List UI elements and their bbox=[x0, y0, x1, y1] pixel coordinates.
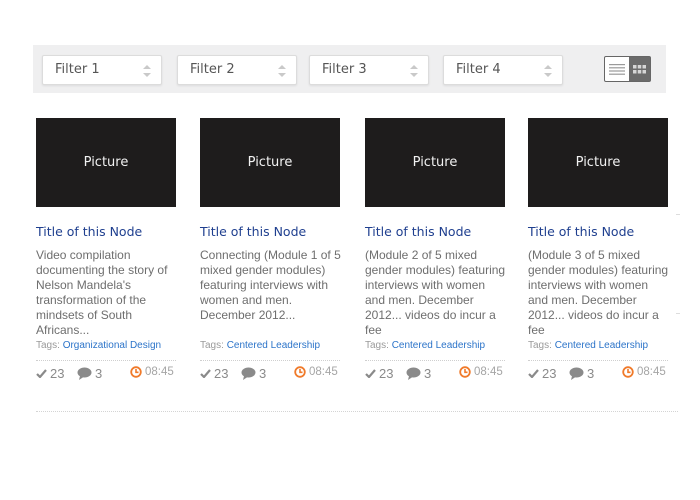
picture-label: Picture bbox=[412, 155, 458, 170]
checkmark-icon bbox=[36, 369, 47, 378]
divider bbox=[36, 360, 176, 361]
picture-label: Picture bbox=[83, 155, 129, 170]
likes-count: 23 bbox=[379, 366, 394, 381]
comments-count: 3 bbox=[587, 366, 595, 381]
comments-count: 3 bbox=[259, 366, 267, 381]
view-toggle bbox=[604, 56, 651, 82]
edge-tick bbox=[676, 214, 680, 215]
duration: 08:45 bbox=[130, 366, 174, 378]
list-bottom-divider bbox=[36, 411, 678, 412]
comments-count: 3 bbox=[424, 366, 432, 381]
card-tags: Tags: Organizational Design bbox=[36, 340, 178, 351]
duration-value: 08:45 bbox=[145, 366, 174, 378]
node-card: Picture Title of this Node (Module 2 of … bbox=[365, 118, 507, 382]
picture-label: Picture bbox=[575, 155, 621, 170]
card-picture[interactable]: Picture bbox=[36, 118, 176, 207]
card-tags: Tags: Centered Leadership bbox=[528, 340, 670, 351]
likes-count: 23 bbox=[214, 366, 229, 381]
likes[interactable]: 23 bbox=[36, 366, 64, 381]
card-picture[interactable]: Picture bbox=[365, 118, 505, 207]
grid-view-icon bbox=[633, 64, 646, 73]
tag-link[interactable]: Organizational Design bbox=[63, 340, 161, 351]
tags-label: Tags: bbox=[528, 340, 552, 351]
card-picture[interactable]: Picture bbox=[200, 118, 340, 207]
comments[interactable]: 3 bbox=[77, 366, 102, 381]
card-description: Video compilation documenting the story … bbox=[36, 248, 168, 337]
card-meta: 23 3 08:45 bbox=[528, 366, 670, 382]
duration: 08:45 bbox=[294, 366, 338, 378]
likes[interactable]: 23 bbox=[200, 366, 228, 381]
filter-4-select[interactable]: Filter 4 bbox=[443, 55, 563, 85]
node-card: Picture Title of this Node (Module 3 of … bbox=[528, 118, 670, 382]
tag-link[interactable]: Centered Leadership bbox=[555, 340, 648, 351]
divider bbox=[528, 360, 668, 361]
duration: 08:45 bbox=[459, 366, 503, 378]
card-meta: 23 3 08:45 bbox=[200, 366, 342, 382]
clock-icon bbox=[459, 366, 471, 378]
card-title-link[interactable]: Title of this Node bbox=[528, 224, 670, 239]
likes-count: 23 bbox=[542, 366, 557, 381]
filter-3-select[interactable]: Filter 3 bbox=[309, 55, 429, 85]
up-down-arrows-icon bbox=[142, 63, 152, 79]
node-card: Picture Title of this Node Connecting (M… bbox=[200, 118, 342, 382]
divider bbox=[365, 360, 505, 361]
card-meta: 23 3 08:45 bbox=[36, 366, 178, 382]
tags-label: Tags: bbox=[36, 340, 60, 351]
up-down-arrows-icon bbox=[277, 63, 287, 79]
tags-label: Tags: bbox=[365, 340, 389, 351]
divider bbox=[200, 360, 340, 361]
comments-count: 3 bbox=[95, 366, 103, 381]
tag-link[interactable]: Centered Leadership bbox=[392, 340, 485, 351]
checkmark-icon bbox=[200, 369, 211, 378]
tag-link[interactable]: Centered Leadership bbox=[227, 340, 320, 351]
list-view-icon bbox=[609, 63, 625, 75]
card-description: (Module 3 of 5 mixed gender modules) fea… bbox=[528, 248, 669, 337]
tags-label: Tags: bbox=[200, 340, 224, 351]
node-card: Picture Title of this Node Video compila… bbox=[36, 118, 178, 382]
card-tags: Tags: Centered Leadership bbox=[365, 340, 507, 351]
card-title-link[interactable]: Title of this Node bbox=[200, 224, 342, 239]
comment-bubble-icon bbox=[241, 367, 256, 380]
picture-label: Picture bbox=[247, 155, 293, 170]
filter-label: Filter 3 bbox=[322, 62, 367, 77]
card-description: Connecting (Module 1 of 5 mixed gender m… bbox=[200, 248, 341, 322]
clock-icon bbox=[294, 366, 306, 378]
likes-count: 23 bbox=[50, 366, 65, 381]
filter-2-select[interactable]: Filter 2 bbox=[177, 55, 297, 85]
likes[interactable]: 23 bbox=[528, 366, 556, 381]
up-down-arrows-icon bbox=[543, 63, 553, 79]
card-meta: 23 3 08:45 bbox=[365, 366, 507, 382]
checkmark-icon bbox=[528, 369, 539, 378]
edge-tick bbox=[676, 313, 680, 314]
duration: 08:45 bbox=[622, 366, 666, 378]
filter-label: Filter 2 bbox=[190, 62, 235, 77]
filter-bar: Filter 1 Filter 2 Filter 3 Filter 4 bbox=[33, 45, 666, 93]
duration-value: 08:45 bbox=[309, 366, 338, 378]
card-description: (Module 2 of 5 mixed gender modules) fea… bbox=[365, 248, 506, 337]
up-down-arrows-icon bbox=[409, 63, 419, 79]
clock-icon bbox=[622, 366, 634, 378]
likes[interactable]: 23 bbox=[365, 366, 393, 381]
grid-view-button[interactable] bbox=[629, 57, 650, 81]
duration-value: 08:45 bbox=[474, 366, 503, 378]
comment-bubble-icon bbox=[406, 367, 421, 380]
card-tags: Tags: Centered Leadership bbox=[200, 340, 342, 351]
comment-bubble-icon bbox=[569, 367, 584, 380]
comments[interactable]: 3 bbox=[569, 366, 594, 381]
comments[interactable]: 3 bbox=[241, 366, 266, 381]
filter-label: Filter 4 bbox=[456, 62, 501, 77]
filter-1-select[interactable]: Filter 1 bbox=[42, 55, 162, 85]
card-title-link[interactable]: Title of this Node bbox=[365, 224, 507, 239]
filter-label: Filter 1 bbox=[55, 62, 100, 77]
comments[interactable]: 3 bbox=[406, 366, 431, 381]
checkmark-icon bbox=[365, 369, 376, 378]
card-title-link[interactable]: Title of this Node bbox=[36, 224, 178, 239]
duration-value: 08:45 bbox=[637, 366, 666, 378]
list-view-button[interactable] bbox=[605, 57, 629, 81]
card-picture[interactable]: Picture bbox=[528, 118, 668, 207]
comment-bubble-icon bbox=[77, 367, 92, 380]
clock-icon bbox=[130, 366, 142, 378]
